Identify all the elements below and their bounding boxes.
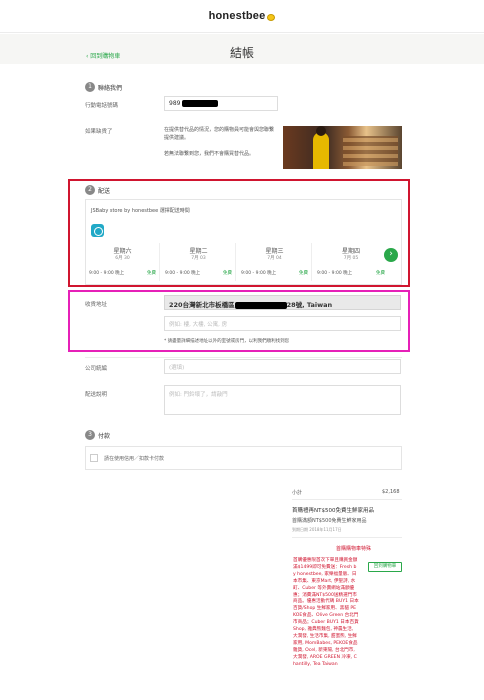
instructions-textarea[interactable]: 例如: 門鈴壞了，請敲門 xyxy=(164,385,401,415)
store-icon xyxy=(91,224,104,237)
address-note: * 請盡量詳細描述地址以外的室號或房門，以利我們順利找到您 xyxy=(164,339,290,344)
address-input[interactable]: 220台灣新北市板橋區 28號, Taiwan xyxy=(164,295,401,310)
day-date: 7月 05 xyxy=(343,256,359,261)
promo-title: 首購禮再NT$500免費生鮮家用品 xyxy=(292,508,374,514)
substitute-info: 在提供替代品的情況，您的購物員可能會與您聯繫提供建議。 xyxy=(164,127,275,141)
brand-logo[interactable]: honestbee xyxy=(209,10,266,22)
slot-fee: 免費 xyxy=(299,271,308,276)
tax-id-label: 公司統編 xyxy=(85,366,108,372)
slot-fee: 免費 xyxy=(223,271,232,276)
section-title-contact: 聯絡我們 xyxy=(98,85,123,92)
promo-link[interactable]: 首購購物車特殊 xyxy=(336,545,371,552)
promo-date: 到期日期 2018年11月17日 xyxy=(292,527,342,532)
back-to-cart-button[interactable]: 回到購物車 xyxy=(368,562,402,572)
step-number-2: 2 xyxy=(85,185,95,195)
store-line: JSBaby store by honestbee 選擇配送時間 xyxy=(91,208,190,214)
payment-option[interactable]: 請在使用信用／扣款卡付款 xyxy=(85,446,402,470)
top-bar: honestbee xyxy=(0,0,484,33)
phone-value: 989 xyxy=(169,100,181,107)
delivery-day[interactable]: 星期六 6月 30 9:00 - 9:00 晚上 免費 xyxy=(86,243,160,281)
slot-fee: 免費 xyxy=(147,271,156,276)
day-date: 7月 04 xyxy=(267,256,282,261)
divider xyxy=(85,357,402,358)
day-name: 星期六 xyxy=(113,248,132,255)
day-name: 星期二 xyxy=(189,248,208,255)
delivery-days: 星期六 6月 30 9:00 - 9:00 晚上 免費 星期二 7月 03 9:… xyxy=(86,243,385,281)
address-value-start: 220台灣新北市板橋區 xyxy=(169,301,235,309)
promo-terms: 首購優惠限首次下單且購買金額滿$1499即可免費送：Fresh by hones… xyxy=(293,558,359,667)
instructions-label: 配送說明 xyxy=(85,392,108,398)
address-line2-input[interactable]: 例如: 樓, 大樓, 公寓, 房 xyxy=(164,316,401,331)
tax-id-input[interactable]: (選填) xyxy=(164,359,401,374)
slot-fee: 免費 xyxy=(376,271,385,276)
page-title: 結帳 xyxy=(229,46,254,60)
delivery-day[interactable]: 星期四 7月 05 9:00 - 9:00 晚上 免費 xyxy=(314,243,388,281)
time-slot: 9:00 - 9:00 晚上 xyxy=(317,271,353,276)
address-line2-placeholder: 例如: 樓, 大樓, 公寓, 房 xyxy=(169,322,228,328)
address-value-end: 28號, Taiwan xyxy=(286,301,333,309)
next-days-button[interactable]: › xyxy=(384,248,398,262)
subtotal-label: 小計 xyxy=(292,490,303,496)
delivery-day[interactable]: 星期二 7月 03 9:00 - 9:00 晚上 免費 xyxy=(162,243,236,281)
payment-checkbox[interactable] xyxy=(90,454,98,462)
tax-id-placeholder: (選填) xyxy=(169,365,185,371)
section-title-delivery: 配送 xyxy=(98,188,111,195)
subtotal-value: $2,168 xyxy=(382,489,400,495)
time-slot: 9:00 - 9:00 晚上 xyxy=(89,271,125,276)
day-name: 星期四 xyxy=(341,248,360,255)
payment-option-label: 請在使用信用／扣款卡付款 xyxy=(104,456,165,462)
redacted-block xyxy=(182,100,219,107)
step-number-1: 1 xyxy=(85,82,95,92)
step-number-3: 3 xyxy=(85,430,95,440)
day-date: 7月 03 xyxy=(191,256,206,261)
substitute-note: 若無法聯繫到您，我們不會購買替代品。 xyxy=(164,151,255,157)
redacted-block xyxy=(234,301,287,309)
address-label: 收貨地址 xyxy=(85,302,108,308)
day-date: 6月 30 xyxy=(115,256,130,261)
shopper-photo xyxy=(283,126,402,169)
divider xyxy=(292,499,402,500)
out-of-stock-label: 如果缺貨了 xyxy=(85,129,113,135)
bee-logo-icon xyxy=(267,13,276,21)
time-slot: 9:00 - 9:00 晚上 xyxy=(165,271,201,276)
day-name: 星期三 xyxy=(265,248,284,255)
phone-label: 行動電話號碼 xyxy=(85,103,119,109)
promo-subtitle: 首購滿額NT$500免費生鮮家用品 xyxy=(292,518,367,524)
divider xyxy=(292,537,402,538)
time-slot: 9:00 - 9:00 晚上 xyxy=(241,271,277,276)
delivery-day[interactable]: 星期三 7月 04 9:00 - 9:00 晚上 免費 xyxy=(238,243,312,281)
instructions-placeholder: 例如: 門鈴壞了，請敲門 xyxy=(169,392,228,398)
phone-input[interactable]: 989 xyxy=(164,96,278,111)
section-title-payment: 付款 xyxy=(98,433,111,440)
